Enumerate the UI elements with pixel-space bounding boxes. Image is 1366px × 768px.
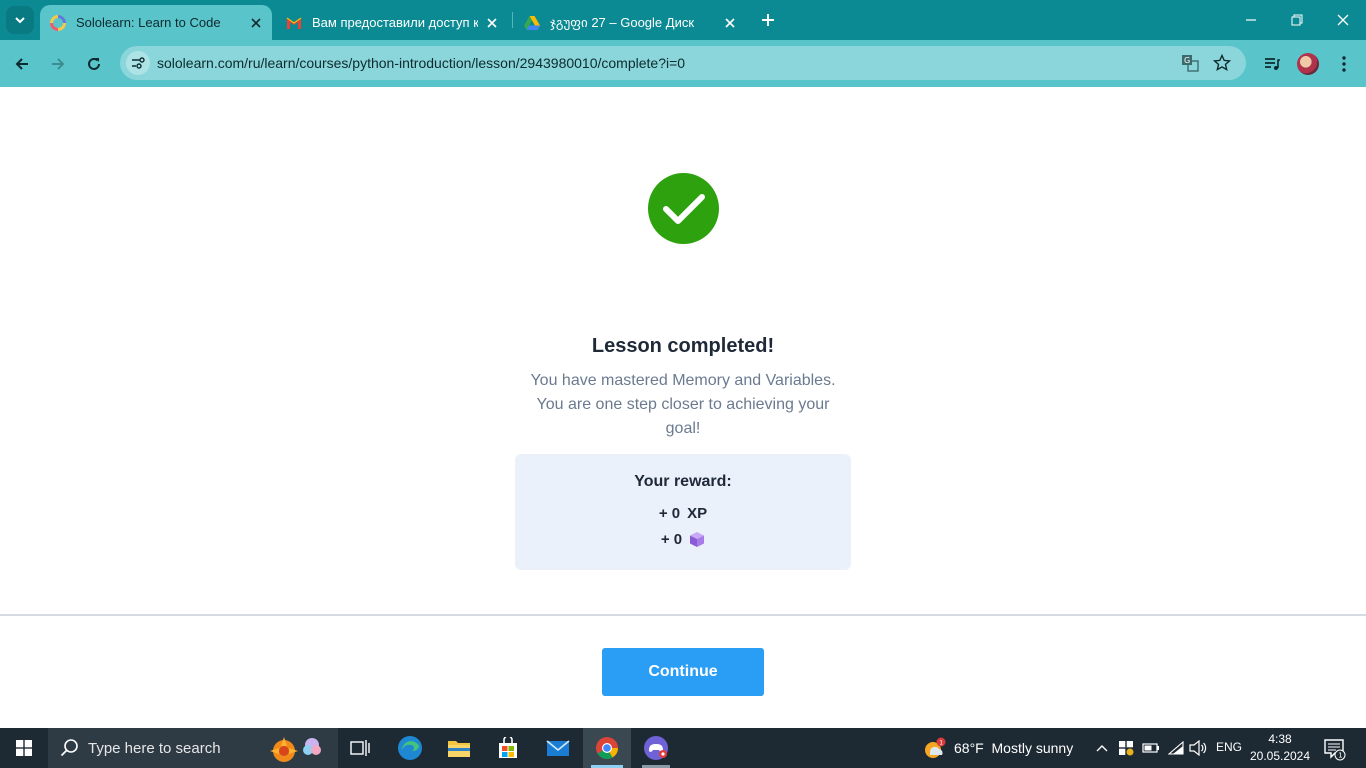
- taskbar-clock[interactable]: 4:38 20.05.2024: [1246, 731, 1314, 765]
- chrome-icon: [596, 737, 618, 759]
- mail-app[interactable]: [534, 728, 582, 768]
- reward-card: Your reward: + 0 XP + 0: [515, 454, 851, 570]
- bookmark-star-icon[interactable]: [1212, 53, 1232, 73]
- notification-count: 1: [1338, 752, 1342, 760]
- game-controller-icon: [644, 736, 668, 760]
- tab-title: Вам предоставили доступ к па: [312, 15, 478, 30]
- xp-amount: + 0: [658, 505, 681, 522]
- minimize-button[interactable]: [1238, 8, 1264, 32]
- lesson-complete-page: Lesson completed! You have mastered Memo…: [0, 87, 1366, 728]
- task-view-icon: [350, 740, 370, 756]
- close-icon: [1337, 14, 1349, 26]
- clock-time: 4:38: [1268, 732, 1292, 746]
- tab-gmail[interactable]: Вам предоставили доступ к па: [276, 5, 508, 40]
- wifi-tray-icon[interactable]: [1166, 738, 1186, 758]
- speaker-icon: [1189, 740, 1207, 756]
- chevron-down-icon: [15, 17, 25, 24]
- windows-taskbar: Type here to search 1 68°F Mostly sunny: [0, 728, 1366, 768]
- wifi-icon: [1168, 741, 1184, 755]
- google-drive-icon: [524, 15, 540, 31]
- sololearn-icon: [50, 14, 66, 31]
- weather-temp: 68°F: [954, 740, 984, 756]
- browser-toolbar: sololearn.com/ru/learn/courses/python-in…: [0, 40, 1366, 87]
- reload-icon: [88, 57, 100, 70]
- new-tab-button[interactable]: [756, 8, 780, 32]
- tab-google-drive[interactable]: ჯგუფი 27 – Google Диск: [514, 5, 746, 40]
- avatar: [1297, 53, 1319, 75]
- back-button[interactable]: [8, 50, 36, 78]
- media-control-button[interactable]: [1258, 50, 1286, 78]
- profile-button[interactable]: [1294, 50, 1322, 78]
- arrow-right-icon: [52, 58, 65, 70]
- file-explorer-app[interactable]: [435, 728, 483, 768]
- input-language[interactable]: ENG: [1216, 740, 1242, 754]
- folder-icon: [448, 741, 470, 757]
- chrome-app[interactable]: [583, 728, 631, 768]
- mail-icon: [546, 740, 570, 756]
- menu-button[interactable]: [1330, 50, 1358, 78]
- address-bar[interactable]: sololearn.com/ru/learn/courses/python-in…: [120, 46, 1246, 80]
- recorder-app[interactable]: [632, 728, 680, 768]
- lesson-complete-message: You have mastered Memory and Variables. …: [530, 372, 836, 437]
- restore-button[interactable]: [1284, 8, 1310, 32]
- xp-reward: + 0 XP: [515, 505, 851, 522]
- close-window-button[interactable]: [1330, 8, 1356, 32]
- edge-icon: [398, 736, 422, 760]
- svg-text:G: G: [1184, 56, 1190, 65]
- start-button[interactable]: [0, 728, 48, 768]
- reward-title: Your reward:: [634, 473, 732, 490]
- translate-icon[interactable]: G: [1180, 53, 1200, 73]
- arrow-left-icon: [15, 58, 28, 70]
- volume-tray-icon[interactable]: [1188, 738, 1208, 758]
- task-view-button[interactable]: [336, 728, 384, 768]
- battery-tray-icon[interactable]: [1141, 738, 1161, 758]
- edge-app[interactable]: [386, 728, 434, 768]
- shield-icon: [1119, 741, 1134, 756]
- weather-widget[interactable]: 68°F Mostly sunny: [954, 740, 1073, 756]
- search-icon: [60, 739, 78, 757]
- microsoft-store-app[interactable]: [484, 728, 532, 768]
- show-hidden-icons-button[interactable]: [1092, 738, 1112, 758]
- notification-center-icon[interactable]: 1: [1322, 737, 1346, 761]
- success-check-icon: [648, 173, 719, 244]
- bits-reward: + 0: [515, 531, 851, 548]
- close-icon[interactable]: [722, 15, 738, 31]
- search-highlight-flowers-icon: [270, 737, 321, 762]
- gmail-icon: [286, 15, 302, 31]
- tab-sololearn[interactable]: Sololearn: Learn to Code: [40, 5, 272, 40]
- tab-title: Sololearn: Learn to Code: [76, 15, 221, 30]
- weather-condition: Mostly sunny: [991, 740, 1074, 756]
- clock-date: 20.05.2024: [1249, 749, 1311, 763]
- plus-icon: [762, 14, 774, 26]
- minimize-icon: [1246, 19, 1256, 21]
- battery-icon: [1142, 743, 1159, 753]
- continue-button[interactable]: Continue: [602, 648, 764, 696]
- url-text: sololearn.com/ru/learn/courses/python-in…: [157, 55, 686, 71]
- bits-amount: + 0: [660, 531, 683, 548]
- windows-logo-icon: [16, 740, 32, 756]
- forward-button[interactable]: [44, 50, 72, 78]
- playlist-icon: [1265, 58, 1280, 70]
- cube-icon: [690, 532, 705, 547]
- weather-badge: 1: [939, 739, 943, 746]
- site-info-icon[interactable]: [126, 51, 150, 75]
- security-tray-icon[interactable]: [1116, 738, 1136, 758]
- reload-button[interactable]: [80, 50, 108, 78]
- footer-divider: [0, 614, 1366, 616]
- chevron-up-icon: [1096, 745, 1108, 752]
- xp-label: XP: [687, 505, 708, 522]
- store-icon: [499, 737, 517, 758]
- search-placeholder: Type here to search: [88, 740, 221, 757]
- browser-tab-strip: Sololearn: Learn to Code Вам предоставил…: [0, 0, 1366, 40]
- tab-separator: [512, 12, 513, 28]
- close-icon[interactable]: [248, 15, 264, 31]
- close-icon[interactable]: [484, 15, 500, 31]
- lesson-complete-heading: Lesson completed!: [591, 335, 775, 357]
- tab-search-button[interactable]: [6, 6, 34, 34]
- weather-sun-icon[interactable]: 1: [922, 737, 946, 761]
- tab-title: ჯგუფი 27 – Google Диск: [550, 14, 695, 30]
- more-vertical-icon: [1342, 56, 1346, 72]
- restore-icon: [1291, 14, 1303, 26]
